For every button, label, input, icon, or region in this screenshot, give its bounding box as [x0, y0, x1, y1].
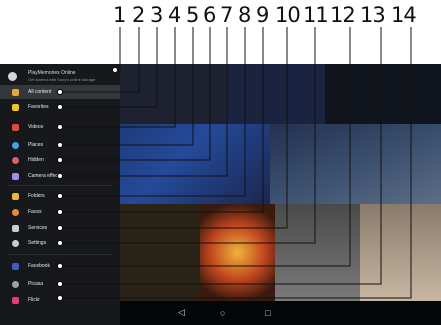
callout-marker-7	[56, 172, 64, 180]
callout-line-14	[60, 27, 412, 299]
callout-line-12	[60, 27, 351, 267]
callout-marker-8	[56, 192, 64, 200]
callout-line-8	[60, 27, 246, 197]
callout-line-11	[60, 27, 316, 244]
callout-marker-6	[56, 156, 64, 164]
callout-line-6	[60, 27, 211, 161]
callout-marker-1	[111, 66, 119, 74]
callout-marker-4	[56, 123, 64, 131]
callout-marker-12	[56, 262, 64, 270]
callout-marker-5	[56, 141, 64, 149]
callout-line-4	[60, 27, 176, 128]
callout-marker-10	[56, 224, 64, 232]
callout-lines	[56, 27, 412, 302]
callout-marker-3	[56, 103, 64, 111]
callout-line-9	[60, 27, 264, 213]
callout-line-13	[60, 27, 382, 285]
callout-line-3	[60, 27, 158, 108]
callout-marker-11	[56, 239, 64, 247]
callout-marker-9	[56, 208, 64, 216]
callout-line-1	[115, 27, 121, 71]
callout-marker-2	[56, 88, 64, 96]
callout-line-7	[60, 27, 228, 177]
callout-marker-13	[56, 280, 64, 288]
callout-line-2	[60, 27, 140, 93]
callout-marker-14	[56, 294, 64, 302]
